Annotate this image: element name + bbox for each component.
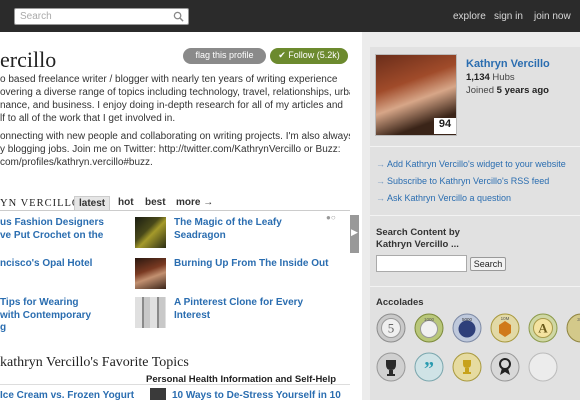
ask-question-link[interactable]: → Ask Kathryn Vercillo a question	[376, 193, 511, 203]
hub-link[interactable]: Tips for Wearing with Contemporary g	[0, 297, 91, 335]
hub-thumbnail-image[interactable]	[135, 258, 166, 289]
top-navigation-bar: Search explore sign in join now	[0, 0, 580, 32]
divider	[370, 146, 580, 147]
accolades-heading: Accolades	[376, 297, 424, 308]
svg-text:A: A	[538, 321, 548, 336]
svg-text:1000: 1000	[424, 317, 435, 322]
bio-line: com/profiles/kathryn.vercillo#buzz.	[0, 157, 153, 168]
trophy-badge-icon[interactable]	[376, 352, 406, 382]
bio-line: lf to all of the work that I get involve…	[0, 113, 176, 124]
flag-profile-label: flag this profile	[195, 50, 254, 60]
author-name-link[interactable]: Kathryn Vercillo	[466, 58, 550, 70]
hubs-section-label: YN VERCILLO	[0, 198, 81, 209]
follow-label: ✔ Follow (5.2k)	[278, 50, 340, 60]
favorite-topics-heading: kathryn Vercillo's Favorite Topics	[0, 355, 189, 370]
tab-best[interactable]: best	[141, 196, 170, 210]
svg-text:5000: 5000	[462, 317, 473, 322]
nav-join-now-link[interactable]: join now	[534, 11, 571, 22]
topic-link[interactable]: 10 Ways to De-Stress Yourself in 10	[172, 390, 341, 400]
tab-hot[interactable]: hot	[114, 196, 138, 210]
10m-badge-icon[interactable]: 10M	[490, 313, 520, 343]
hub-score-badge: 94	[434, 118, 456, 134]
page-title: ercillo	[0, 47, 57, 72]
arrow-right-icon: →	[376, 193, 385, 203]
1000-badge-icon[interactable]: 1000	[414, 313, 444, 343]
quote-badge-icon[interactable]: ”	[414, 352, 444, 382]
award-badge-icon[interactable]	[452, 352, 482, 382]
flag-profile-button[interactable]: flag this profile	[183, 48, 266, 64]
divider	[370, 286, 580, 287]
rss-feed-link[interactable]: → Subscribe to Kathryn Vercillo's RSS fee…	[376, 176, 549, 186]
medal-badge-icon[interactable]	[528, 352, 558, 382]
arrow-right-icon: →	[376, 176, 385, 186]
bio-line: nance, and business. I enjoy doing in-de…	[0, 100, 343, 111]
search-icon[interactable]	[173, 11, 184, 22]
site-search-input[interactable]: Search	[14, 8, 189, 25]
hub-link[interactable]: Burning Up From The Inside Out	[174, 258, 328, 271]
search-content-heading: Search Content by	[376, 227, 460, 238]
hub-thumbnail-image[interactable]	[135, 297, 166, 328]
hub-link[interactable]: The Magic of the Leafy Seadragon	[174, 217, 282, 242]
carousel-next-button[interactable]: ▶	[350, 215, 359, 253]
hubs-count: 1,134 Hubs	[466, 72, 515, 83]
bio-line: y blogging jobs. Join me on Twitter: htt…	[0, 144, 341, 155]
5-badge-icon[interactable]: 5	[376, 313, 406, 343]
search-placeholder: Search	[20, 11, 52, 22]
chevron-right-icon: ▶	[351, 227, 358, 237]
topic-link[interactable]: Ice Cream vs. Frozen Yogurt	[0, 390, 134, 400]
300-badge-icon[interactable]: 300	[566, 313, 580, 343]
author-search-button[interactable]: Search	[470, 257, 506, 271]
author-search-input[interactable]	[376, 255, 467, 272]
bio-line: overing a diverse range of topics includ…	[0, 87, 350, 98]
nav-sign-in-link[interactable]: sign in	[494, 11, 523, 22]
joined-date: Joined 5 years ago	[466, 85, 549, 96]
ribbon-badge-icon[interactable]	[490, 352, 520, 382]
hub-link[interactable]: us Fashion Designers ve Put Crochet on th…	[0, 217, 104, 242]
carousel-pager[interactable]: ●○	[326, 213, 336, 222]
hub-link[interactable]: ncisco's Opal Hotel	[0, 258, 92, 271]
5000-badge-icon[interactable]: 5000	[452, 313, 482, 343]
bio-line: onnecting with new people and collaborat…	[0, 131, 350, 142]
hub-link[interactable]: A Pinterest Clone for Every Interest	[174, 297, 303, 322]
divider	[370, 215, 580, 216]
svg-text:10M: 10M	[501, 316, 510, 321]
svg-text:”: ”	[424, 358, 434, 380]
nav-explore-link[interactable]: explore	[453, 11, 486, 22]
tab-latest[interactable]: latest	[74, 196, 111, 210]
arrow-right-icon: →	[376, 159, 385, 169]
add-widget-link[interactable]: → Add Kathryn Vercillo's widget to your w…	[376, 159, 566, 169]
svg-text:5: 5	[388, 321, 395, 336]
a-badge-icon[interactable]: A	[528, 313, 558, 343]
topic-thumbnail-image[interactable]	[150, 388, 166, 400]
bio-line: o based freelance writer / blogger with …	[0, 74, 338, 85]
tab-more[interactable]: more →	[172, 196, 217, 210]
divider	[0, 384, 350, 385]
search-content-heading: Kathryn Vercillo ...	[376, 239, 459, 250]
follow-button[interactable]: ✔ Follow (5.2k)	[270, 48, 348, 64]
hub-thumbnail-image[interactable]	[135, 217, 166, 248]
